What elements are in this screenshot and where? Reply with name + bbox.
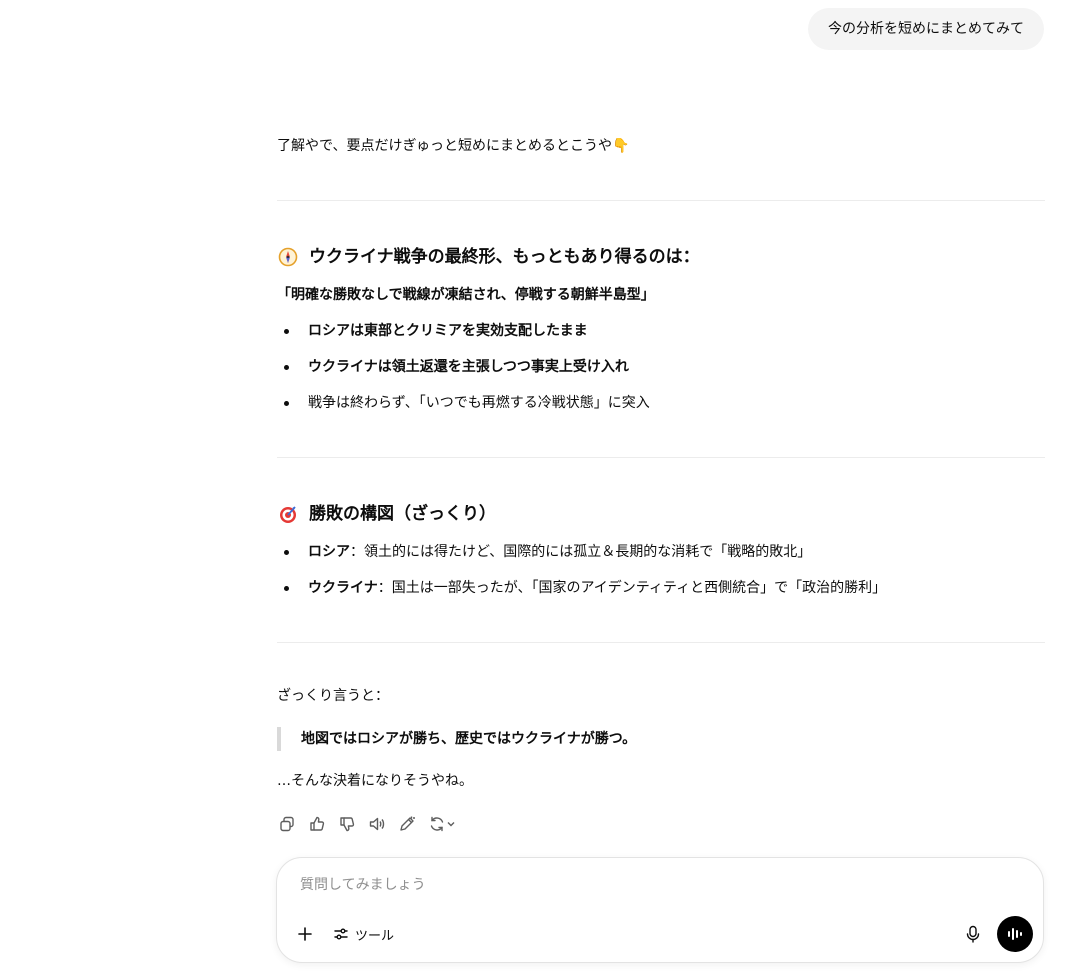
thumbs-up-button[interactable] — [307, 814, 327, 834]
list-item-text: ロシア：領土的には得たけど、国際的には孤立＆長期的な消耗で「戦略的敗北」 — [308, 542, 811, 562]
section1-subtitle: 「明確な勝敗なしで戦線が凍結され、停戦する朝鮮半島型」 — [277, 287, 655, 303]
list-item-desc: ：国土は一部失ったが、「国家のアイデンティティと西側統合」で「政治的勝利」 — [377, 580, 887, 596]
speaker-icon — [369, 817, 385, 831]
waveform-icon — [1008, 928, 1022, 940]
bullet-dot — [284, 550, 289, 555]
composer: ツール — [276, 857, 1044, 963]
section2-title: 勝敗の構図（ざっくり） — [309, 504, 496, 524]
copy-button[interactable] — [277, 814, 297, 834]
bullet-dot — [284, 401, 289, 406]
list-item-term: ウクライナ — [308, 580, 378, 596]
divider — [277, 457, 1045, 458]
tools-label: ツール — [355, 928, 395, 944]
list-item-desc: ：領土的には得たけど、国際的には孤立＆長期的な消耗で「戦略的敗北」 — [350, 544, 812, 560]
list-item-text: ウクライナは領土返還を主張しつつ事実上受け入れ — [308, 359, 629, 375]
bullet-dot — [284, 365, 289, 370]
section1-heading: ウクライナ戦争の最終形、もっともあり得るのは： — [277, 245, 700, 269]
list-item-text: ウクライナ：国土は一部失ったが、「国家のアイデンティティと西側統合」で「政治的勝… — [308, 578, 886, 598]
regenerate-button[interactable] — [427, 814, 457, 834]
message-actions — [277, 814, 457, 834]
section2-heading: 勝敗の構図（ざっくり） — [277, 502, 496, 526]
user-message-bubble: 今の分析を短めにまとめてみて — [808, 8, 1044, 50]
edit-canvas-button[interactable] — [397, 814, 417, 834]
assistant-intro: 了解やで、要点だけぎゅっと短めにまとめるとこうや👇 — [277, 138, 630, 154]
prompt-input[interactable] — [298, 876, 902, 894]
pen-icon — [400, 816, 415, 831]
dictate-button[interactable] — [963, 924, 983, 944]
read-aloud-button[interactable] — [367, 814, 387, 834]
blockquote: 地図ではロシアが勝ち、歴史ではウクライナが勝つ。 — [277, 727, 636, 751]
list-item-text: 戦争は終わらず、「いつでも再燃する冷戦状態」に突入 — [308, 395, 650, 411]
divider — [277, 200, 1045, 201]
summary-lead: ざっくり言うと： — [277, 688, 389, 704]
voice-mode-button[interactable] — [997, 916, 1033, 952]
sliders-icon — [334, 928, 348, 940]
refresh-icon — [430, 816, 444, 832]
list-item-term: ロシア — [308, 544, 350, 560]
thumbs-down-button[interactable] — [337, 814, 357, 834]
tools-button[interactable]: ツール — [333, 922, 394, 946]
compass-icon — [277, 246, 299, 268]
thumbs-up-icon — [310, 816, 325, 831]
list-item-text: ロシアは東部とクリミアを実効支配したまま — [308, 323, 588, 339]
thumbs-down-icon — [340, 817, 355, 832]
microphone-icon — [966, 925, 980, 943]
copy-icon — [280, 816, 294, 832]
section1-title: ウクライナ戦争の最終形、もっともあり得るのは： — [309, 247, 700, 267]
bullet-dot — [284, 329, 289, 334]
divider — [277, 642, 1045, 643]
chevron-down-icon — [447, 822, 455, 827]
bullet-dot — [284, 586, 289, 591]
closing-text: …そんな決着になりそうやね。 — [277, 773, 473, 789]
plus-icon — [298, 927, 312, 941]
add-button[interactable] — [295, 924, 315, 944]
target-icon — [277, 503, 299, 525]
